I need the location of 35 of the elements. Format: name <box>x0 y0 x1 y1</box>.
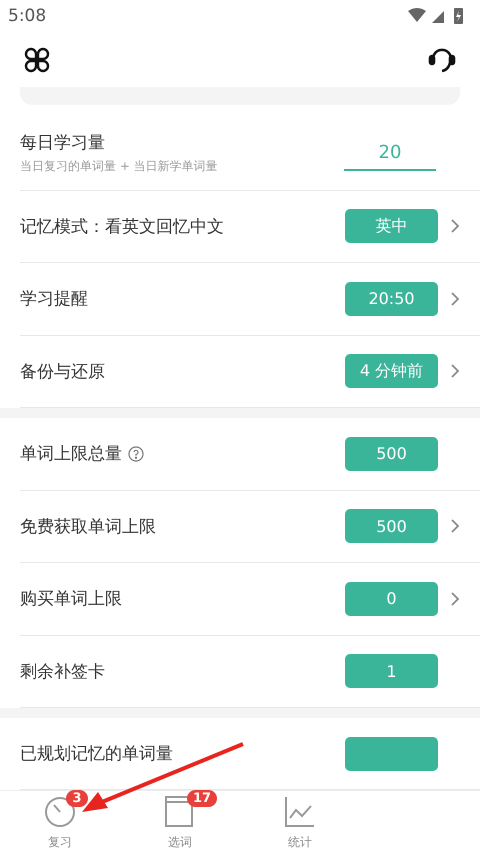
chevron-icon[interactable] <box>450 518 460 534</box>
value-button[interactable]: 4 分钟前 <box>345 354 438 388</box>
nav-tab[interactable]: 3 复习 <box>0 791 120 855</box>
setting-label: 免费获取单词上限 <box>20 516 156 538</box>
chevron-icon[interactable] <box>450 363 460 380</box>
value-button[interactable] <box>345 736 438 771</box>
setting-label: 记忆模式：看英文回忆中文 <box>20 216 224 238</box>
setting-description: 当日复习的单词量 + 当日新学单词量 <box>20 158 219 176</box>
count-badge: 17 <box>187 790 218 807</box>
daily-amount-field[interactable]: 20 <box>344 136 436 171</box>
menu-icon[interactable] <box>24 46 50 73</box>
value-button[interactable]: 20:50 <box>345 282 438 316</box>
chart-icon <box>285 796 315 828</box>
value-button[interactable]: 英中 <box>345 209 438 244</box>
setting-label: 学习提醒 <box>20 288 88 310</box>
chevron-icon[interactable] <box>450 218 460 234</box>
chevron-icon[interactable] <box>450 590 460 607</box>
setting-label: 每日学习量 <box>20 132 106 154</box>
setting-label: 购买单词上限 <box>20 588 122 610</box>
count-badge: 3 <box>66 790 88 807</box>
setting-label: 单词上限总量 <box>20 443 122 466</box>
book-icon <box>165 796 195 828</box>
nav-tab[interactable]: 统计 <box>240 791 360 855</box>
value-button[interactable]: 0 <box>345 582 438 616</box>
value-button[interactable]: 1 <box>345 654 438 688</box>
value-button[interactable]: 500 <box>345 436 438 471</box>
status-time: 5:08 <box>8 6 46 26</box>
setting-label: 已规划记忆的单词量 <box>20 743 173 766</box>
value-button[interactable]: 500 <box>345 509 438 544</box>
nav-tab[interactable]: 17 选词 <box>120 791 240 855</box>
status-icons <box>408 6 466 25</box>
setting-label: 备份与还原 <box>20 360 105 383</box>
setting-label: 剩余补签卡 <box>20 660 105 683</box>
chevron-icon[interactable] <box>450 290 460 307</box>
help-icon[interactable] <box>128 446 144 462</box>
